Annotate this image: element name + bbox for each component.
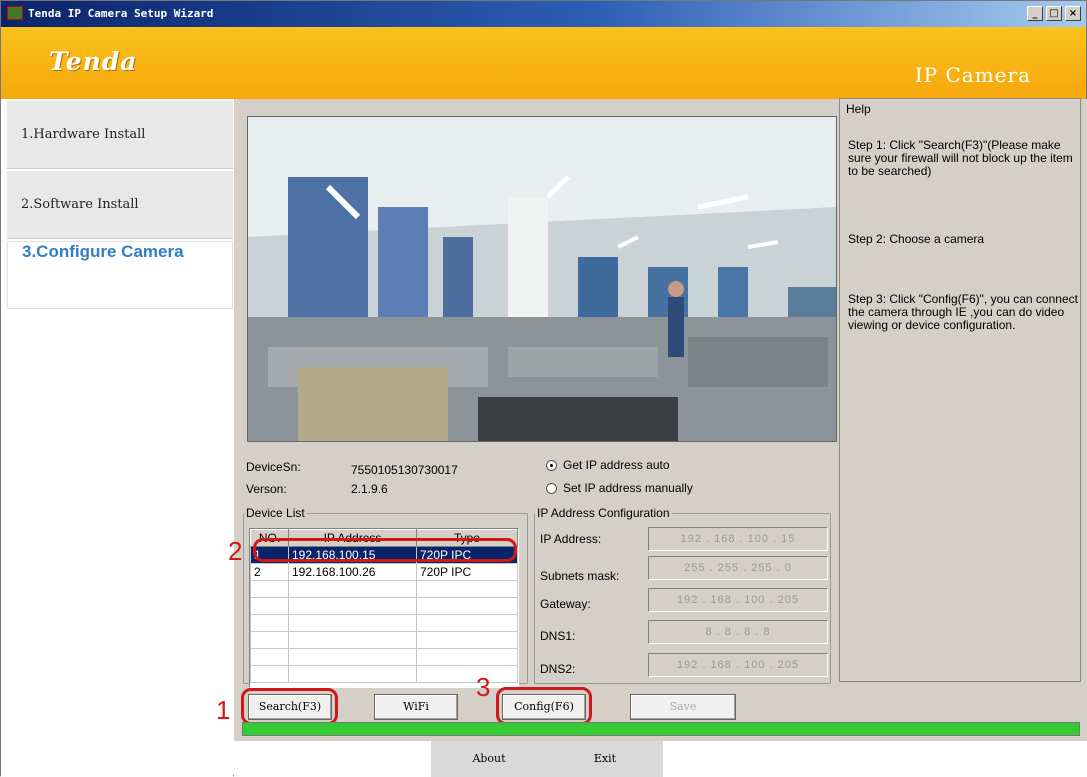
- help-step-2: Step 2: Choose a camera: [848, 232, 985, 246]
- annotation-ring-config: [496, 687, 592, 725]
- nav-hardware-install[interactable]: 1.Hardware Install: [7, 101, 233, 169]
- nav-configure-camera[interactable]: 3.Configure Camera: [7, 241, 233, 309]
- version-value: 2.1.9.6: [351, 482, 388, 496]
- ip-address-label: IP Address:: [540, 532, 602, 546]
- help-title: Help: [846, 102, 871, 116]
- device-row-empty: [250, 631, 518, 649]
- device-no: 2: [250, 563, 289, 581]
- annotation-number-2: 2: [228, 536, 243, 566]
- ip-auto-label[interactable]: Get IP address auto: [563, 458, 670, 472]
- camera-preview-image: [248, 117, 836, 441]
- ip-config-legend: IP Address Configuration: [537, 506, 670, 520]
- title-bar[interactable]: Tenda IP Camera Setup Wizard _ □ ×: [1, 1, 1086, 27]
- about-button[interactable]: About: [431, 741, 547, 777]
- help-step-3: Step 3: Click "Config(F6)", you can conn…: [848, 292, 1078, 332]
- footer-bar: About Exit: [234, 741, 1087, 777]
- device-type: 720P IPC: [416, 563, 518, 581]
- dns2-input[interactable]: 192 . 168 . 100 . 205: [648, 653, 828, 677]
- device-row-empty: [250, 580, 518, 598]
- header-banner: Tenda IP Camera: [1, 27, 1086, 99]
- help-step-1: Step 1: Click "Search(F3)"(Please make s…: [848, 138, 1073, 178]
- camera-preview: [247, 116, 837, 442]
- app-window: Tenda IP Camera Setup Wizard _ □ × Tenda…: [0, 0, 1087, 777]
- help-panel: Help Step 1: Click "Search(F3)"(Please m…: [839, 98, 1081, 682]
- device-row-empty: [250, 597, 518, 615]
- device-row-empty: [250, 614, 518, 632]
- annotation-ring-search: [241, 688, 338, 725]
- dns1-input[interactable]: 8 . 8 . 8 . 8: [648, 620, 828, 644]
- version-label: Verson:: [246, 482, 287, 496]
- tenda-logo: Tenda: [49, 47, 138, 76]
- save-button[interactable]: Save: [630, 694, 736, 720]
- device-row-2[interactable]: 2 192.168.100.26 720P IPC: [250, 563, 518, 581]
- gateway-input[interactable]: 192 . 168 . 100 . 205: [648, 588, 828, 612]
- ip-address-input[interactable]: 192 . 168 . 100 . 15: [648, 527, 828, 551]
- maximize-button[interactable]: □: [1046, 6, 1062, 21]
- device-list-legend: Device List: [246, 506, 305, 520]
- app-icon: [7, 6, 23, 20]
- device-sn-value: 7550105130730017: [351, 463, 458, 477]
- product-title: IP Camera: [914, 63, 1031, 87]
- device-row-empty: [250, 648, 518, 666]
- device-sn-label: DeviceSn:: [246, 460, 301, 474]
- annotation-ring-device: [253, 538, 517, 562]
- annotation-number-1: 1: [216, 695, 231, 725]
- ip-auto-radio[interactable]: [546, 460, 557, 471]
- main-panel: DeviceSn: 7550105130730017 Verson: 2.1.9…: [216, 98, 1087, 777]
- close-button[interactable]: ×: [1065, 6, 1081, 21]
- gateway-label: Gateway:: [540, 597, 591, 611]
- dns2-label: DNS2:: [540, 662, 576, 676]
- dns1-label: DNS1:: [540, 629, 576, 643]
- ip-manual-radio[interactable]: [546, 483, 557, 494]
- nav-software-install[interactable]: 2.Software Install: [7, 171, 233, 239]
- exit-button[interactable]: Exit: [547, 741, 663, 777]
- minimize-button[interactable]: _: [1027, 6, 1043, 21]
- subnet-mask-input[interactable]: 255 . 255 . 255 . 0: [648, 556, 828, 580]
- wifi-button[interactable]: WiFi: [374, 694, 458, 720]
- window-title: Tenda IP Camera Setup Wizard: [28, 7, 214, 20]
- device-list-group: Device List NO. IP Address Type 1 192.16…: [243, 506, 528, 688]
- ip-manual-label[interactable]: Set IP address manually: [563, 481, 693, 495]
- device-ip: 192.168.100.26: [288, 563, 417, 581]
- progress-bar: [242, 722, 1080, 736]
- sidebar: 1.Hardware Install 2.Software Install 3.…: [1, 99, 233, 777]
- annotation-number-3: 3: [476, 672, 491, 702]
- subnet-mask-label: Subnets mask:: [540, 569, 620, 583]
